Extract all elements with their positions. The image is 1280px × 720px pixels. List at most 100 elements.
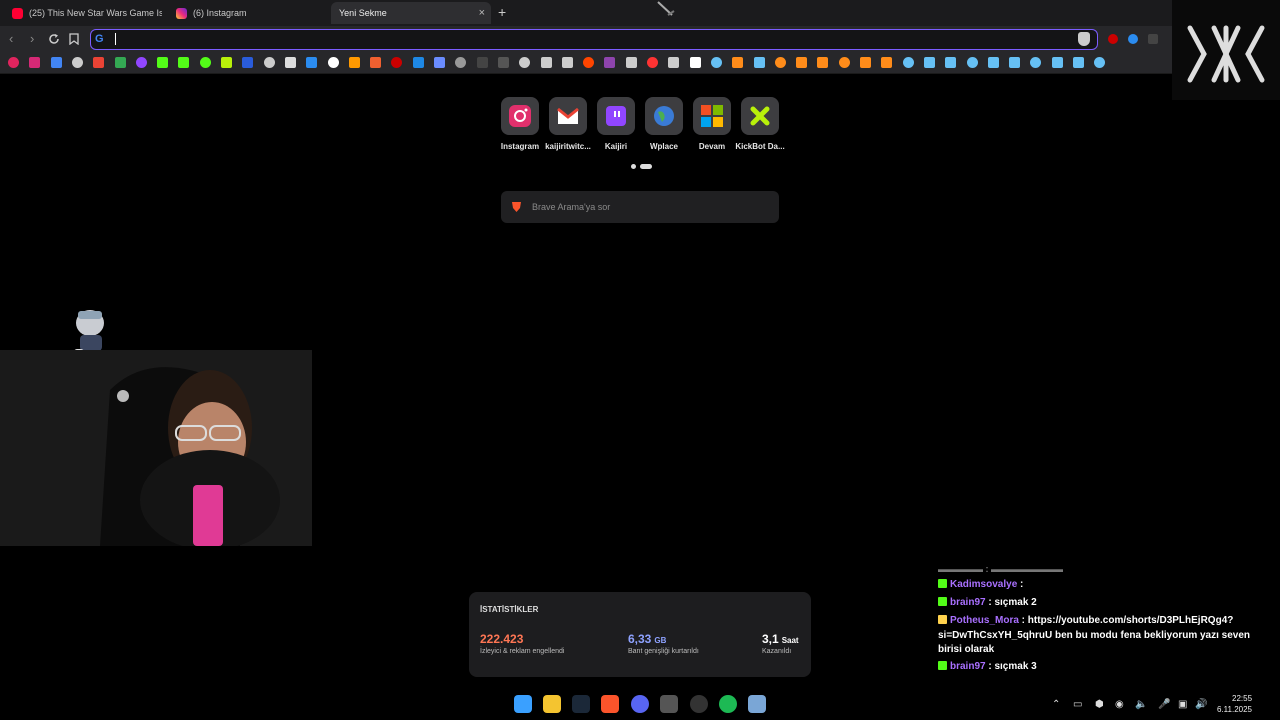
bookmark-favicon-icon[interactable]	[860, 57, 871, 68]
steam-tray-icon[interactable]: ◉	[1115, 699, 1124, 710]
top-site-wplace[interactable]	[645, 97, 683, 135]
bookmark-favicon-icon[interactable]	[412, 57, 424, 68]
bookmark-favicon-icon[interactable]	[625, 57, 637, 68]
bookmark-favicon-icon[interactable]	[157, 57, 169, 68]
clock-date[interactable]: 6.11.2025	[1217, 705, 1252, 714]
bookmark-favicon-icon[interactable]	[923, 57, 935, 68]
spotify-icon[interactable]	[719, 695, 737, 713]
page-dot[interactable]	[631, 164, 636, 169]
globe-icon	[652, 104, 676, 128]
app-icon[interactable]	[660, 695, 678, 713]
bookmark-favicon-icon[interactable]	[327, 57, 339, 68]
bookmark-favicon-icon[interactable]	[710, 57, 722, 68]
bookmark-favicon-icon[interactable]	[817, 57, 829, 68]
network-icon[interactable]: ▣	[1178, 699, 1187, 710]
bookmark-favicon-icon[interactable]	[370, 57, 382, 68]
steam-icon[interactable]	[572, 695, 590, 713]
extension-icon[interactable]	[1128, 34, 1138, 44]
top-site-instagram[interactable]	[501, 97, 539, 135]
bookmark-favicon-icon[interactable]	[497, 57, 509, 68]
bookmark-favicon-icon[interactable]	[29, 57, 41, 68]
bookmark-favicon-icon[interactable]	[732, 57, 744, 68]
page-dot-active[interactable]	[640, 164, 652, 169]
top-site-kaijiri[interactable]	[597, 97, 635, 135]
bookmark-favicon-icon[interactable]	[647, 57, 658, 68]
bookmark-favicon-icon[interactable]	[93, 57, 105, 68]
file-explorer-icon[interactable]	[543, 695, 561, 713]
bookmark-favicon-icon[interactable]	[540, 57, 552, 68]
search-placeholder[interactable]: Brave Arama'ya sor	[532, 202, 610, 212]
bookmark-favicon-icon[interactable]	[689, 57, 701, 68]
bookmark-favicon-icon[interactable]	[284, 57, 296, 68]
bookmark-favicon-icon[interactable]	[135, 57, 147, 68]
stat-value: 3,1 Saat	[762, 632, 799, 646]
brave-icon[interactable]	[601, 695, 619, 713]
extension-icon[interactable]	[1148, 34, 1158, 44]
bookmark-favicon-icon[interactable]	[1051, 57, 1063, 68]
address-bar[interactable]	[90, 29, 1098, 50]
top-site-kickbot-da[interactable]	[741, 97, 779, 135]
bookmark-favicon-icon[interactable]	[114, 57, 126, 68]
obs-icon[interactable]	[690, 695, 708, 713]
bookmark-favicon-icon[interactable]	[8, 57, 19, 68]
volume-icon[interactable]: 🔈	[1135, 699, 1147, 710]
bookmark-favicon-icon[interactable]	[263, 57, 275, 68]
tab-youtube[interactable]: (25) This New Star Wars Game Is Every	[4, 2, 162, 24]
chat-username: brain97	[950, 661, 986, 672]
bookmark-favicon-icon[interactable]	[902, 57, 914, 68]
bookmark-favicon-icon[interactable]	[434, 57, 445, 68]
chevron-up-icon[interactable]: ⌃	[1052, 699, 1060, 710]
bookmark-favicon-icon[interactable]	[561, 57, 573, 68]
bookmark-favicon-icon[interactable]	[753, 57, 765, 68]
top-site-kaijiritwitc[interactable]	[549, 97, 587, 135]
close-tab-icon[interactable]: ×	[479, 7, 485, 19]
back-icon[interactable]: ‹	[9, 31, 13, 46]
bookmark-favicon-icon[interactable]	[1009, 57, 1021, 68]
stat-unit: GB	[654, 636, 667, 645]
bookmark-favicon-icon[interactable]	[987, 57, 999, 68]
app-tray-icon[interactable]: ⬢	[1095, 699, 1104, 710]
reload-icon[interactable]	[48, 33, 60, 45]
new-tab-button[interactable]: +	[498, 4, 506, 20]
speaker-icon[interactable]: 🔊	[1195, 699, 1207, 710]
bookmark-favicon-icon[interactable]	[881, 57, 893, 68]
bookmark-favicon-icon[interactable]	[1073, 57, 1084, 68]
bookmark-favicon-icon[interactable]	[306, 57, 318, 68]
stat-number: 3,1	[762, 632, 779, 646]
bookmark-favicon-icon[interactable]	[242, 57, 254, 68]
bookmark-favicon-icon[interactable]	[796, 57, 808, 68]
bookmark-favicon-icon[interactable]	[604, 57, 616, 68]
bookmark-favicon-icon[interactable]	[945, 57, 957, 68]
bookmark-favicon-icon[interactable]	[966, 57, 978, 68]
ublock-extension-icon[interactable]	[1108, 34, 1118, 44]
stat-number: 6,33	[628, 632, 652, 646]
bookmark-icon[interactable]	[69, 33, 79, 45]
brave-shields-icon[interactable]	[1078, 32, 1090, 46]
bookmark-favicon-icon[interactable]	[178, 57, 190, 68]
top-site-devam[interactable]	[693, 97, 731, 135]
battery-icon[interactable]: ▭	[1073, 699, 1082, 710]
bookmark-favicon-icon[interactable]	[71, 57, 83, 68]
instagram-icon	[176, 7, 187, 19]
bookmark-favicon-icon[interactable]	[199, 57, 211, 68]
bookmark-favicon-icon[interactable]	[221, 57, 232, 68]
app2-icon[interactable]	[748, 695, 766, 713]
chat-line-partial: ▬▬▬▬▬ : ▬▬▬▬▬▬▬▬	[938, 564, 1063, 574]
bookmark-favicon-icon[interactable]	[476, 57, 488, 68]
bookmark-favicon-icon[interactable]	[668, 57, 680, 68]
bookmark-favicon-icon[interactable]	[50, 57, 62, 68]
windows-start-icon[interactable]	[514, 695, 532, 713]
tab-new-tab[interactable]: Yeni Sekme ×	[331, 2, 491, 24]
stat-label: Bant genişliği kurtarıldı	[628, 648, 699, 655]
forward-icon[interactable]: ›	[30, 31, 34, 46]
bookmark-favicon-icon[interactable]	[774, 57, 786, 68]
bookmark-favicon-icon[interactable]	[348, 57, 360, 68]
discord-icon[interactable]	[631, 695, 649, 713]
stat-value: 6,33 GB	[628, 632, 666, 646]
tab-instagram[interactable]: (6) Instagram	[168, 2, 326, 24]
address-input[interactable]	[113, 31, 1053, 47]
mic-icon[interactable]: 🎤	[1158, 699, 1170, 710]
clock-time[interactable]: 22:55	[1232, 694, 1252, 703]
top-site-label[interactable]: KickBot Da...	[732, 142, 788, 151]
bookmark-favicon-icon[interactable]	[838, 57, 850, 68]
